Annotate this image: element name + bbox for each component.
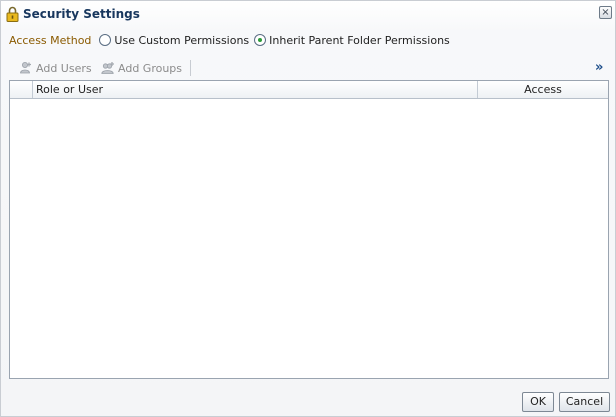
security-settings-dialog: Security Settings × Access Method Use Cu…	[0, 0, 616, 417]
dialog-title: Security Settings	[23, 7, 140, 21]
inherit-parent-permissions-label[interactable]: Inherit Parent Folder Permissions	[269, 34, 450, 47]
close-button[interactable]: ×	[599, 6, 612, 19]
role-or-user-column-header[interactable]: Role or User	[33, 81, 478, 98]
add-users-button[interactable]: Add Users	[19, 61, 92, 75]
select-column-header[interactable]	[10, 81, 33, 98]
add-users-label: Add Users	[36, 61, 92, 75]
ok-button[interactable]: OK	[522, 392, 554, 412]
dialog-titlebar: Security Settings ×	[1, 1, 615, 27]
lock-icon	[6, 6, 19, 22]
permissions-toolbar: Add Users Add Groups »	[9, 59, 609, 79]
use-custom-permissions-radio[interactable]	[99, 34, 112, 46]
toolbar-overflow-button[interactable]: »	[595, 61, 603, 75]
access-method-row: Access Method Use Custom Permissions Inh…	[9, 32, 455, 48]
use-custom-permissions-label[interactable]: Use Custom Permissions	[114, 34, 249, 47]
inherit-parent-permissions-radio[interactable]	[254, 34, 267, 46]
access-column-header[interactable]: Access	[478, 81, 608, 98]
add-user-icon	[20, 62, 31, 74]
add-groups-button[interactable]: Add Groups	[101, 61, 182, 75]
access-method-label: Access Method	[9, 33, 92, 47]
add-groups-label: Add Groups	[118, 61, 183, 75]
add-group-icon	[101, 62, 114, 74]
permissions-table: Role or User Access	[9, 80, 609, 379]
table-header: Role or User Access	[10, 81, 608, 99]
toolbar-separator	[190, 60, 191, 76]
cancel-button[interactable]: Cancel	[559, 392, 610, 412]
